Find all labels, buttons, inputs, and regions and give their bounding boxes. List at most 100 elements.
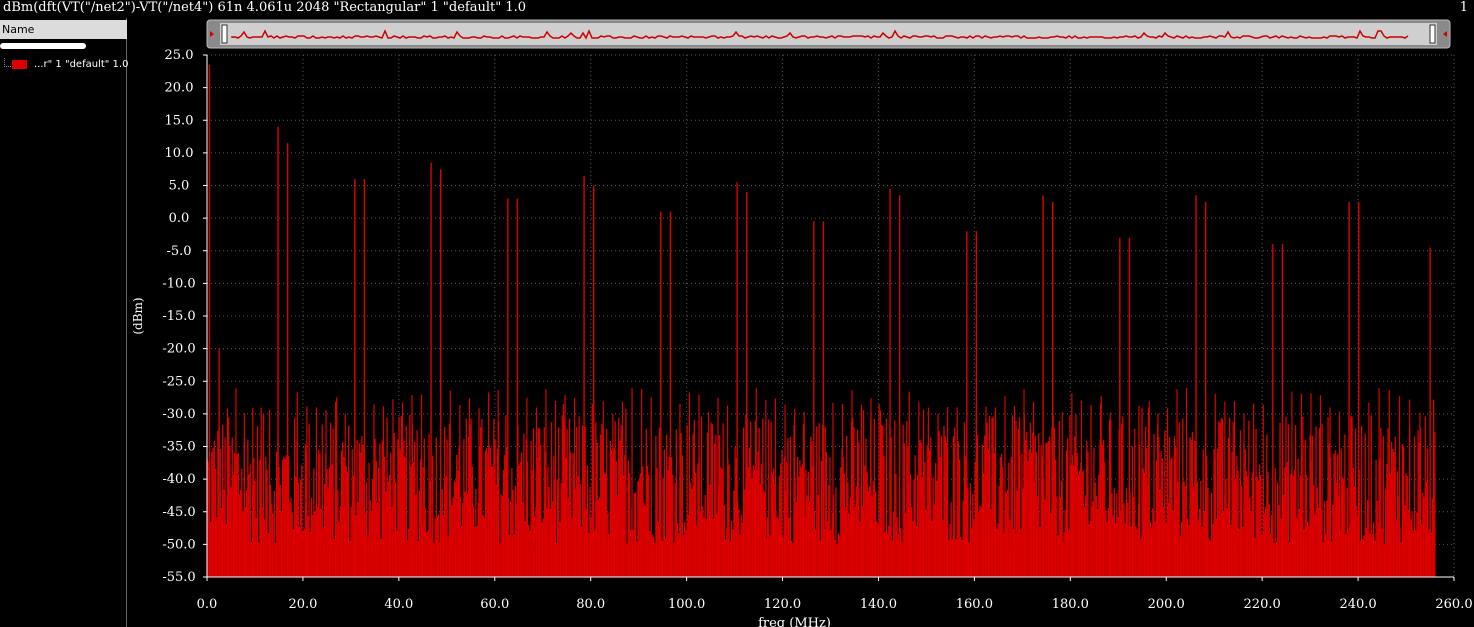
x-tick-label: 80.0 [576, 597, 605, 612]
secondary-peak [927, 407, 930, 577]
spectrum-bin [220, 507, 223, 577]
spectrum-bin [531, 470, 533, 577]
spectrum-bin [672, 474, 674, 577]
spectrum-bin [376, 502, 379, 577]
spectrum-bin [856, 429, 859, 577]
spectrum-bin [1244, 449, 1246, 577]
spectrum-bin [897, 533, 900, 577]
spectrum-bin [482, 515, 484, 577]
spectrum-bin [955, 538, 957, 577]
spectrum-bin [570, 452, 572, 577]
spectrum-bin [728, 464, 730, 577]
spectrum-bin [387, 482, 389, 577]
spectrum-bin [1263, 513, 1266, 577]
spectrum-bin [1065, 450, 1068, 577]
spectrum-bin [906, 421, 908, 577]
overview-right-handle[interactable] [1429, 24, 1436, 44]
spectrum-bin [700, 416, 703, 577]
spectrum-bin [840, 467, 842, 577]
spectrum-bin [633, 493, 635, 577]
secondary-peak [1253, 403, 1255, 577]
spectrum-bin [763, 490, 765, 577]
spectrum-bin [1294, 425, 1297, 577]
spectrum-bin [1104, 462, 1106, 577]
spectrum-bin [1284, 467, 1286, 577]
spectrum-bin [350, 506, 352, 577]
spectrum-bin [644, 505, 646, 577]
spectrum-bin [858, 442, 860, 577]
spectrum-bin [732, 529, 734, 577]
spectrum-bin [810, 436, 812, 577]
harmonic-peak [507, 198, 509, 578]
spectrum-bin [805, 469, 807, 577]
spectrum-bin [772, 468, 775, 577]
overview-strip[interactable] [206, 19, 1451, 49]
spectrum-bin [415, 494, 417, 577]
x-tick-label: 120.0 [764, 597, 801, 612]
secondary-peak [1388, 389, 1390, 577]
spectrum-bin [1428, 529, 1430, 577]
spectrum-bin [1215, 518, 1218, 577]
harmonic-peak [975, 231, 978, 578]
spectrum-bin [1130, 526, 1132, 577]
spectrum-bin [457, 470, 459, 577]
spectrum-bin [1164, 430, 1166, 577]
spectrum-bin [894, 420, 896, 577]
spectrum-bin [1340, 448, 1342, 577]
secondary-peak [468, 398, 471, 577]
overview-left-handle[interactable] [221, 24, 228, 44]
spectrum-bin [632, 530, 634, 577]
spectrum-bin [214, 468, 217, 577]
spectrum-bin [549, 508, 551, 577]
spectrum-bin [337, 490, 339, 577]
spectrum-bin [866, 472, 868, 577]
spectrum-bin [1240, 485, 1243, 577]
spectrum-bin [253, 457, 255, 577]
spectrum-bin [723, 505, 725, 577]
secondary-peak [296, 391, 298, 577]
spectrum-bin [236, 454, 238, 577]
spectrum-bin [1406, 475, 1408, 577]
spectrum-bin [997, 523, 999, 577]
spectrum-bin [502, 469, 505, 577]
spectrum-bin [1024, 440, 1027, 577]
spectrum-bin [1002, 467, 1004, 577]
y-tick-label: -20.0 [162, 342, 195, 357]
spectrum-bin [504, 455, 506, 577]
spectrum-bin [627, 460, 629, 577]
secondary-peak [621, 401, 624, 577]
overview-window[interactable] [220, 23, 1437, 45]
spectrum-bin [351, 449, 353, 577]
spectrum-bin [237, 453, 239, 577]
spectrum-bin [1015, 421, 1017, 577]
spectrum-bin [811, 441, 813, 577]
spectrum-bin [399, 450, 401, 577]
spectrum-bin [490, 466, 493, 577]
spectrum-bin [1400, 542, 1402, 577]
spectrum-bin [1389, 473, 1392, 577]
harmonic-peak [813, 221, 815, 577]
spectrum-bin [1040, 445, 1042, 577]
spectrum-bin [1434, 431, 1436, 577]
spectrum-bin [752, 464, 754, 577]
secondary-peak [707, 412, 710, 577]
spectrum-bin [597, 499, 599, 577]
spectrum-bin [838, 535, 841, 577]
spectrum-bin [1125, 487, 1128, 577]
spectrum-bin [510, 501, 512, 577]
spectrum-bin [370, 511, 373, 577]
spectrum-bin [588, 532, 590, 577]
spectrum-bin [1046, 443, 1048, 577]
spectrum-bin [1264, 507, 1267, 577]
secondary-peak [226, 408, 229, 577]
spectrum-bin [1207, 488, 1209, 577]
spectrum-bin [404, 457, 406, 577]
spectrum-bin [795, 502, 798, 577]
spectrum-bin [662, 478, 664, 577]
spectrum-bin [722, 423, 724, 577]
spectrum-bin [1116, 493, 1118, 577]
spectrum-bin [1234, 479, 1237, 577]
spectrum-bin [1355, 428, 1357, 577]
spectrum-bin [346, 471, 349, 577]
spectrum-bin [703, 517, 705, 577]
